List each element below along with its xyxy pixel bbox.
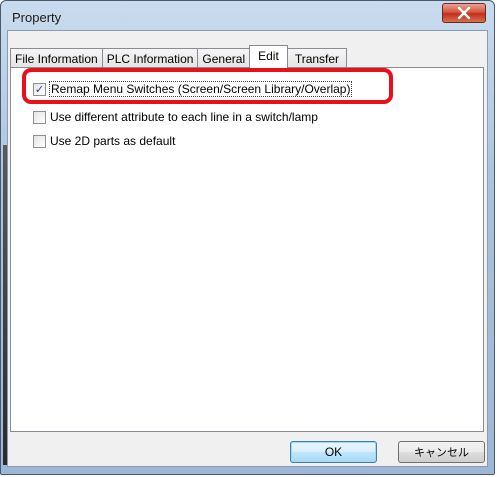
option-label: Use 2D parts as default (50, 134, 176, 148)
option-use-2d-parts[interactable]: Use 2D parts as default (33, 133, 175, 149)
cancel-button[interactable]: キャンセル (398, 441, 485, 463)
option-different-attribute[interactable]: Use different attribute to each line in … (33, 109, 318, 125)
check-icon: ✓ (34, 82, 45, 96)
ok-button[interactable]: OK (290, 441, 377, 463)
tab-plc-information[interactable]: PLC Information (101, 48, 199, 68)
tab-strip: File Information PLC Information General… (10, 45, 348, 68)
different-attribute-checkbox[interactable] (33, 110, 46, 124)
close-button[interactable] (442, 3, 486, 23)
tab-edit[interactable]: Edit (249, 45, 288, 68)
use-2d-parts-checkbox[interactable] (33, 134, 46, 148)
tab-transfer[interactable]: Transfer (286, 48, 348, 68)
option-label: Remap Menu Switches (Screen/Screen Libra… (48, 81, 353, 97)
option-label: Use different attribute to each line in … (50, 110, 318, 124)
window-title: Property (12, 10, 62, 25)
option-remap-menu-switches[interactable]: ✓ Remap Menu Switches (Screen/Screen Lib… (33, 81, 353, 97)
tab-general[interactable]: General (197, 48, 251, 68)
close-icon (457, 7, 471, 19)
remap-menu-switches-checkbox[interactable]: ✓ (33, 82, 46, 96)
tab-file-information[interactable]: File Information (10, 48, 103, 68)
